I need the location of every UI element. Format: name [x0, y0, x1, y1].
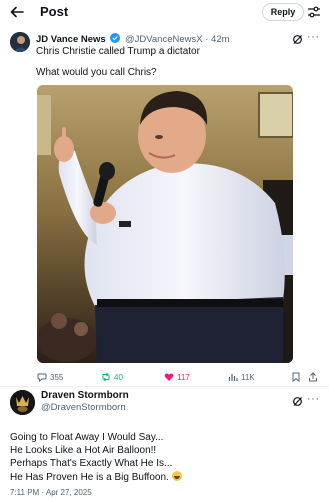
- bookmark-action[interactable]: [291, 372, 301, 382]
- repost-count: 40: [114, 372, 123, 382]
- avatar[interactable]: [10, 390, 35, 415]
- reply-line: He Looks Like a Hot Air Balloon!!: [10, 445, 157, 457]
- reply-author-handle[interactable]: @DravenStormborn: [41, 402, 126, 413]
- time-ago[interactable]: 42m: [211, 34, 229, 45]
- divider: [0, 386, 329, 387]
- like-action[interactable]: 117: [164, 372, 190, 382]
- like-icon: [164, 373, 174, 381]
- reply-text: Going to Float Away I Would Say... He Lo…: [10, 431, 182, 484]
- back-arrow-icon[interactable]: [10, 5, 24, 19]
- tweet-photo[interactable]: [37, 85, 293, 363]
- views-action[interactable]: 11K: [228, 372, 255, 382]
- avatar[interactable]: [10, 32, 30, 52]
- views-icon: [228, 374, 238, 381]
- reply-line-last: He Has Proven He is a Big Buffoon.: [10, 470, 182, 484]
- reply-count: 355: [50, 372, 64, 382]
- reply-action[interactable]: 355: [37, 372, 63, 382]
- author-line: JD Vance News @JDVanceNewsX · 42m: [36, 33, 230, 45]
- more-icon[interactable]: ···: [307, 31, 320, 43]
- tweet-text-line-1: Chris Christie called Trump a dictator: [36, 46, 200, 57]
- verified-badge-icon: [110, 33, 121, 43]
- reply-button[interactable]: Reply: [262, 3, 304, 21]
- post-header: Post Reply: [0, 0, 329, 26]
- reply-line: Going to Float Away I Would Say...: [10, 432, 164, 443]
- reply-line: Perhaps That's Exactly What He Is...: [10, 458, 173, 470]
- like-count: 117: [177, 372, 190, 382]
- reply-author-name[interactable]: Draven Stormborn: [41, 390, 129, 401]
- grok-icon[interactable]: [292, 396, 303, 407]
- grok-icon[interactable]: [292, 34, 303, 45]
- tweet-text-line-2: What would you call Chris?: [36, 67, 157, 78]
- adjust-icon[interactable]: [307, 5, 321, 19]
- share-action[interactable]: [308, 372, 318, 382]
- grinning-emoji-icon: [171, 470, 182, 481]
- author-name[interactable]: JD Vance News: [36, 34, 106, 45]
- views-count: 11K: [241, 372, 255, 382]
- reply-timestamp[interactable]: 7:11 PM · Apr 27, 2025: [10, 488, 92, 497]
- author-handle[interactable]: @JDVanceNewsX: [125, 34, 203, 45]
- tweet-actions: 355 40 117 11K: [0, 372, 329, 386]
- repost-action[interactable]: 40: [101, 372, 123, 382]
- separator: ·: [205, 34, 209, 45]
- reply-line: He Has Proven He is a Big Buffoon.: [10, 471, 169, 483]
- reply-icon: [37, 373, 47, 382]
- repost-icon: [102, 372, 110, 382]
- share-icon: [309, 372, 317, 382]
- bookmark-icon: [292, 372, 300, 382]
- page-title: Post: [40, 4, 69, 19]
- more-icon[interactable]: ···: [307, 393, 320, 405]
